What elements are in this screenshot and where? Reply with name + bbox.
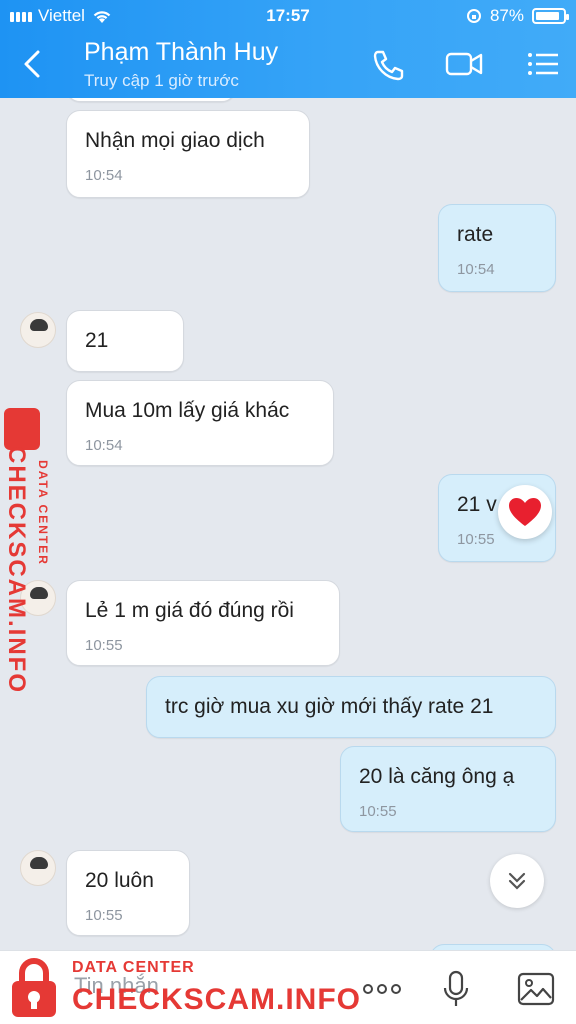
watermark-tagline: DATA CENTER xyxy=(72,959,195,976)
message-time: 10:54 xyxy=(457,261,495,278)
double-chevron-down-icon xyxy=(508,872,526,890)
status-bar: Viettel 17:57 87% xyxy=(0,0,576,32)
heart-icon xyxy=(509,498,541,526)
message-text: Mua 10m lấy giá khác xyxy=(85,399,290,422)
avatar[interactable] xyxy=(20,312,56,348)
contact-info[interactable]: Phạm Thành Huy Truy cập 1 giờ trước xyxy=(84,38,278,91)
battery-icon xyxy=(532,8,569,24)
message-text: 20 luôn xyxy=(85,869,154,892)
more-dots-icon xyxy=(363,984,401,994)
microphone-icon xyxy=(443,970,469,1006)
rotation-lock-icon xyxy=(466,9,481,23)
message-bubble[interactable]: Mua 10m lấy giá khác 10:54 xyxy=(66,380,334,466)
message-text: Lẻ 1 m giá đó đúng rồi xyxy=(85,599,294,622)
message-time: 10:55 xyxy=(85,907,123,924)
watermark-brand: CHECKSCAM.INFO xyxy=(72,983,361,1016)
video-call-icon[interactable] xyxy=(444,46,484,82)
watermark-tagline-vertical: DATA CENTER xyxy=(36,460,50,566)
composer-bar: Tin nhắn DATA CENTER CHECKSCAM.INFO xyxy=(0,950,576,1024)
message-time: 10:54 xyxy=(85,437,123,454)
message-time: 10:54 xyxy=(85,167,123,184)
message-text: rate xyxy=(457,223,494,246)
message-bubble-partial xyxy=(66,98,236,102)
avatar[interactable] xyxy=(20,850,56,886)
send-image-button[interactable] xyxy=(516,969,556,1009)
back-arrow-icon[interactable] xyxy=(18,46,48,82)
message-bubble[interactable]: 20 là căng ông ạ 10:55 xyxy=(340,746,556,832)
menu-list-icon[interactable] xyxy=(522,46,562,82)
phone-call-icon[interactable] xyxy=(368,46,408,82)
voice-message-button[interactable] xyxy=(436,969,476,1009)
message-text: Nhận mọi giao dịch xyxy=(85,129,265,152)
message-bubble[interactable]: 20 luôn 10:55 xyxy=(66,850,190,936)
battery-fill xyxy=(536,12,559,20)
message-text: trc giờ mua xu giờ mới thấy rate 21 xyxy=(165,695,494,718)
message-bubble[interactable]: trc giờ mua xu giờ mới thấy rate 21 xyxy=(146,676,556,738)
message-bubble[interactable]: 21 xyxy=(66,310,184,372)
battery-percent: 87% xyxy=(489,6,524,25)
message-time: 10:55 xyxy=(457,531,495,548)
scroll-to-bottom-button[interactable] xyxy=(490,854,544,908)
message-time: 10:55 xyxy=(85,637,123,654)
message-text: 20 là căng ông ạ xyxy=(359,765,515,788)
message-text: 21 xyxy=(85,329,109,352)
watermark-lock-logo xyxy=(12,958,56,1017)
heart-reaction-button[interactable] xyxy=(498,485,552,539)
message-time: 10:55 xyxy=(359,803,397,820)
watermark-brand-vertical: CHECKSCAM.INFO xyxy=(3,446,30,694)
image-gallery-icon xyxy=(517,972,555,1006)
message-bubble[interactable]: Nhận mọi giao dịch 10:54 xyxy=(66,110,310,198)
message-list[interactable]: Nhận mọi giao dịch 10:54 rate 10:54 21 M… xyxy=(0,98,576,950)
contact-name: Phạm Thành Huy xyxy=(84,38,279,66)
more-options-button[interactable] xyxy=(362,969,402,1009)
last-seen: Truy cập 1 giờ trước xyxy=(84,71,239,90)
message-bubble[interactable]: Lẻ 1 m giá đó đúng rồi 10:55 xyxy=(66,580,340,666)
chat-header: Viettel 17:57 87% Phạm Thành Huy Truy cậ… xyxy=(0,0,576,98)
message-bubble[interactable]: rate 10:54 xyxy=(438,204,556,292)
